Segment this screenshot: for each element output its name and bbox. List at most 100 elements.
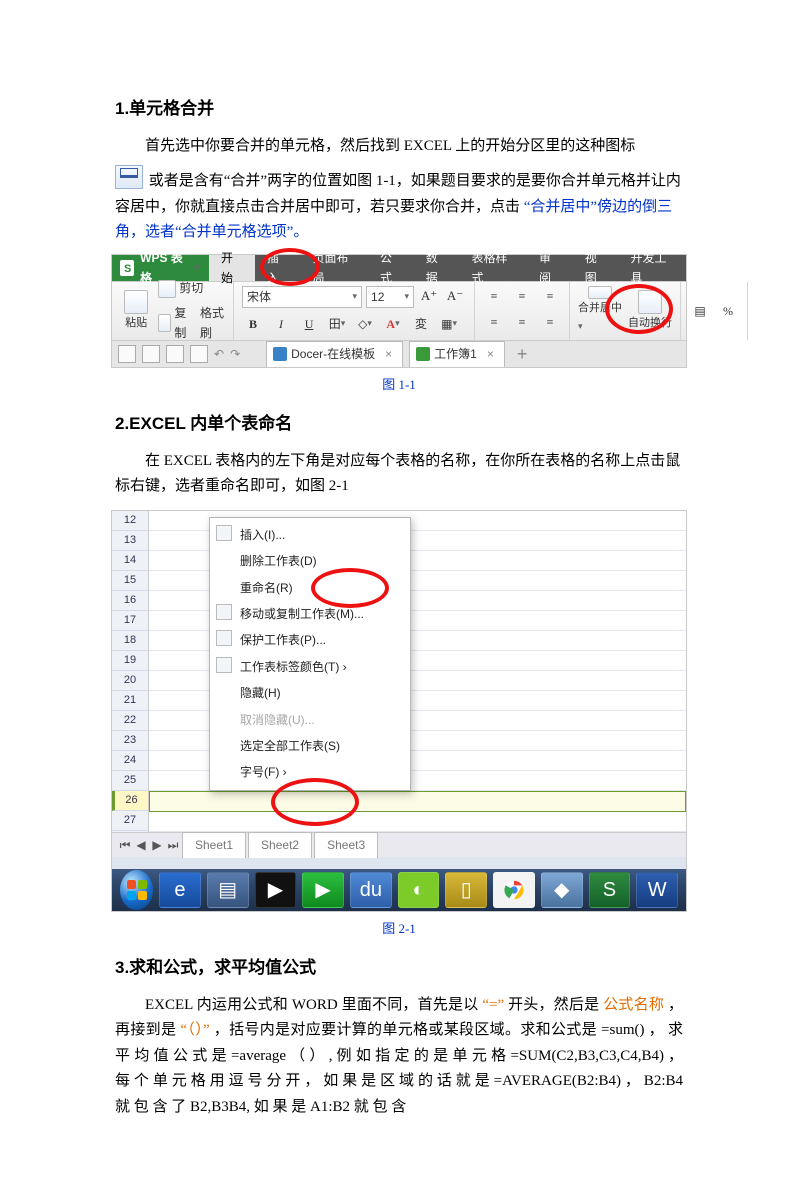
merge-center-button[interactable]: 合并居中▾ (578, 286, 622, 336)
tab-formula[interactable]: 公式 (368, 255, 414, 281)
sheet-nav-last[interactable]: ⏭ (166, 838, 180, 852)
italic-button[interactable]: I (270, 314, 292, 334)
row-header[interactable]: 15 (112, 571, 148, 591)
taskbar-app2[interactable]: ▯ (445, 872, 487, 908)
align-left-button[interactable]: ≡ (483, 312, 505, 332)
preview-icon[interactable] (190, 345, 208, 363)
sheet-nav-prev[interactable]: ◀ (134, 838, 148, 852)
taskbar-baidu[interactable]: du (350, 872, 392, 908)
tab-data[interactable]: 数据 (414, 255, 460, 281)
menu-font-size[interactable]: 字号(F) › (210, 759, 410, 785)
align-right-button[interactable]: ≡ (539, 312, 561, 332)
row-header[interactable]: 19 (112, 651, 148, 671)
sheet-tab-2[interactable]: Sheet2 (248, 832, 312, 857)
row-header[interactable]: 20 (112, 671, 148, 691)
taskbar-ie[interactable]: e (159, 872, 201, 908)
row-header[interactable]: 18 (112, 631, 148, 651)
new-icon[interactable] (118, 345, 136, 363)
taskbar-app3[interactable]: ◆ (541, 872, 583, 908)
menu-delete[interactable]: 删除工作表(D) (210, 548, 410, 574)
font-size-select[interactable]: 12▾ (366, 286, 414, 308)
cell-style-button[interactable]: ▦▾ (438, 314, 460, 334)
row-header[interactable]: 21 (112, 691, 148, 711)
row-header[interactable]: 16 (112, 591, 148, 611)
tab-start[interactable]: 开始 (209, 255, 255, 281)
sheet-tab-3[interactable]: Sheet3 (314, 832, 378, 857)
row-header[interactable]: 23 (112, 731, 148, 751)
row-header[interactable]: 27 (112, 811, 148, 831)
row-header[interactable]: 24 (112, 751, 148, 771)
border-button[interactable]: 田▾ (326, 314, 348, 334)
sheet-tab-context-menu: 插入(I)... 删除工作表(D) 重命名(R) 移动或复制工作表(M)... … (209, 517, 411, 791)
taskbar-chrome[interactable] (493, 872, 535, 908)
windows-icon (127, 880, 147, 900)
taskbar-app1[interactable]: ◐ (398, 872, 440, 908)
menu-select-all[interactable]: 选定全部工作表(S) (210, 733, 410, 759)
scissors-icon (158, 280, 176, 298)
taskbar-explorer[interactable]: ▤ (207, 872, 249, 908)
row-header[interactable]: 22 (112, 711, 148, 731)
print-icon[interactable] (166, 345, 184, 363)
close-icon[interactable]: × (487, 344, 494, 364)
taskbar-player1[interactable]: ▶ (255, 872, 297, 908)
ribbon-tabs: WPS 表格 ▾ 开始 插入 页面布局 公式 数据 表格样式 审阅 视图 开发工… (112, 255, 686, 281)
shrink-font-button[interactable]: A⁻ (444, 286, 466, 306)
menu-protect[interactable]: 保护工作表(P)... (210, 627, 410, 653)
chevron-down-icon[interactable]: ▾ (194, 260, 199, 275)
bold-button[interactable]: B (242, 314, 264, 334)
cell-row[interactable] (149, 791, 686, 812)
row-ops-button[interactable]: ▤ (689, 301, 711, 321)
chevron-down-icon: ▾ (353, 289, 358, 304)
doc-tab-docer[interactable]: Docer-在线模板× (266, 341, 403, 366)
currency-button[interactable]: % (717, 301, 739, 321)
sheet-tab-1[interactable]: Sheet1 (182, 832, 246, 857)
font-color-button[interactable]: A▾ (382, 314, 404, 334)
ime-button[interactable]: 変 (410, 314, 432, 334)
menu-tab-color[interactable]: 工作表标签颜色(T) › (210, 654, 410, 680)
row-header[interactable]: 13 (112, 531, 148, 551)
align-top-button[interactable]: ≡ (483, 286, 505, 306)
menu-insert[interactable]: 插入(I)... (210, 522, 410, 548)
tab-layout[interactable]: 页面布局 (300, 255, 368, 281)
menu-hide[interactable]: 隐藏(H) (210, 680, 410, 706)
underline-button[interactable]: U (298, 314, 320, 334)
menu-rename[interactable]: 重命名(R) (210, 575, 410, 601)
row-header[interactable]: 26 (112, 791, 148, 811)
font-name-select[interactable]: 宋体▾ (242, 286, 362, 308)
cell-row[interactable] (149, 812, 686, 832)
start-button[interactable] (120, 870, 153, 910)
taskbar-word[interactable]: W (636, 872, 678, 908)
figure-1-caption: 图 1-1 (115, 374, 683, 396)
row-header[interactable]: 17 (112, 611, 148, 631)
sheet-nav-next[interactable]: ▶ (150, 838, 164, 852)
row-header[interactable]: 12 (112, 511, 148, 531)
chevron-down-icon[interactable]: ▾ (578, 321, 583, 331)
row-header[interactable]: 14 (112, 551, 148, 571)
fill-color-button[interactable]: ◇▾ (354, 314, 376, 334)
save-icon[interactable] (142, 345, 160, 363)
tab-dev[interactable]: 开发工具 (618, 255, 686, 281)
align-center-button[interactable]: ≡ (511, 312, 533, 332)
align-mid-button[interactable]: ≡ (511, 286, 533, 306)
sheet-nav-first[interactable]: ⏮ (118, 838, 132, 852)
heading-2: 2.EXCEL 内单个表命名 (115, 410, 683, 439)
wrap-text-button[interactable]: 自动换行 (628, 286, 672, 336)
taskbar-player2[interactable]: ▶ (302, 872, 344, 908)
menu-move-copy[interactable]: 移动或复制工作表(M)... (210, 601, 410, 627)
taskbar-wps[interactable]: S (589, 872, 631, 908)
align-bot-button[interactable]: ≡ (539, 286, 561, 306)
close-icon[interactable]: × (385, 344, 392, 364)
cut-button[interactable]: 剪切 (158, 278, 225, 298)
tab-insert[interactable]: 插入 (255, 255, 301, 281)
copy-button[interactable]: 复制格式刷 (158, 303, 225, 344)
doc-tab-workbook[interactable]: 工作簿1× (409, 341, 505, 366)
tab-style[interactable]: 表格样式 (459, 255, 527, 281)
tab-review[interactable]: 审阅 (527, 255, 573, 281)
row-header[interactable]: 25 (112, 771, 148, 791)
paste-button[interactable]: 粘贴 (120, 286, 152, 336)
tab-view[interactable]: 视图 (573, 255, 619, 281)
sheet-cells[interactable]: 插入(I)... 删除工作表(D) 重命名(R) 移动或复制工作表(M)... … (149, 511, 686, 832)
new-tab-button[interactable]: + (511, 339, 534, 370)
grow-font-button[interactable]: A⁺ (418, 286, 440, 306)
wps-logo[interactable]: WPS 表格 ▾ (112, 255, 209, 281)
